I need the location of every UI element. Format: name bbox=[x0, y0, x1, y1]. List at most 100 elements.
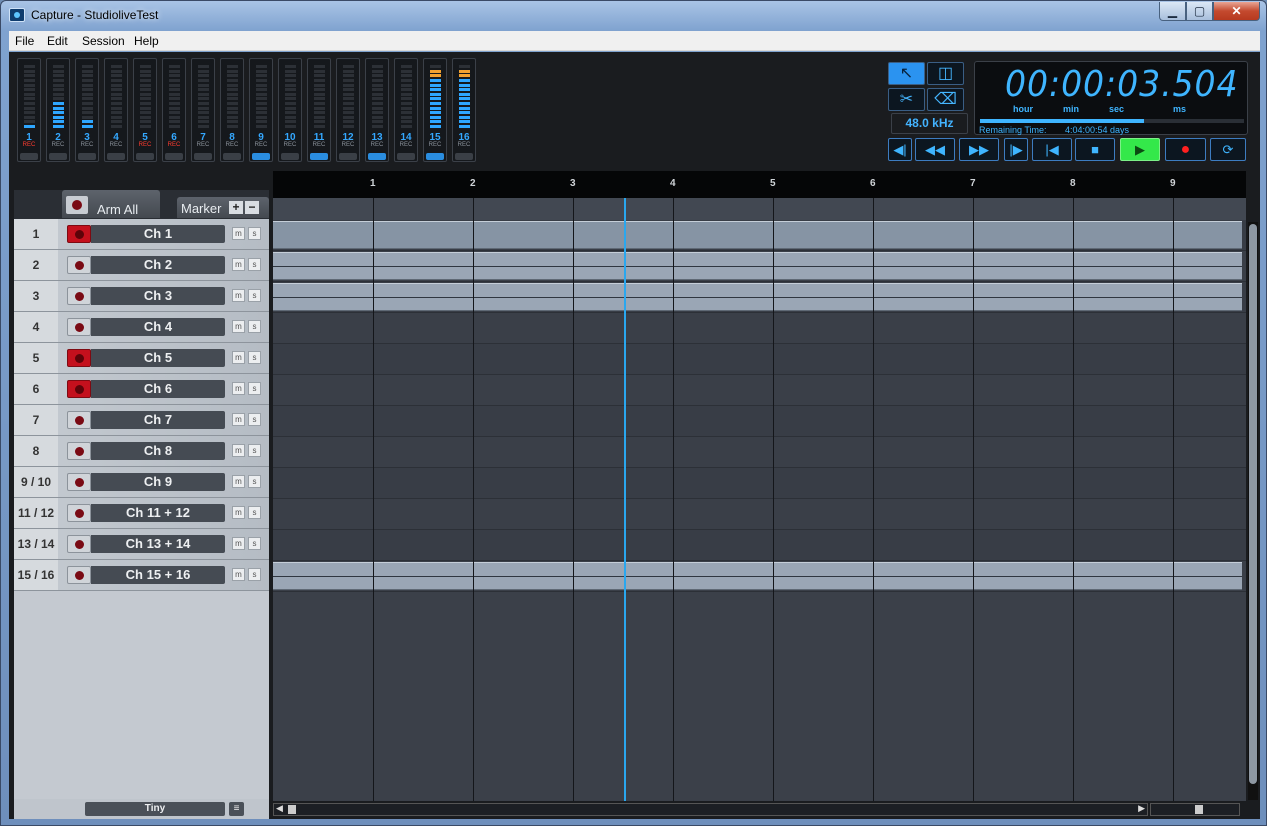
track-lane[interactable] bbox=[273, 251, 1246, 282]
track-name[interactable]: Ch 8 bbox=[91, 442, 225, 460]
link-icon[interactable] bbox=[455, 153, 473, 160]
track-lane[interactable] bbox=[273, 437, 1246, 468]
track-lane[interactable] bbox=[273, 468, 1246, 499]
track-name[interactable]: Ch 1 bbox=[91, 225, 225, 243]
audio-clip[interactable] bbox=[273, 252, 1242, 280]
solo-button[interactable]: s bbox=[248, 444, 261, 457]
arrow-tool-icon[interactable]: ↖ bbox=[888, 62, 925, 85]
vertical-scroll-thumb[interactable] bbox=[1249, 224, 1257, 784]
track-name[interactable]: Ch 2 bbox=[91, 256, 225, 274]
meter-rec-indicator[interactable]: REC bbox=[18, 142, 40, 148]
play-button[interactable]: ▶ bbox=[1120, 138, 1160, 161]
solo-button[interactable]: s bbox=[248, 413, 261, 426]
loop-button[interactable]: ⟳ bbox=[1210, 138, 1246, 161]
meter-rec-indicator[interactable]: REC bbox=[395, 142, 417, 148]
meter-rec-indicator[interactable]: REC bbox=[105, 142, 127, 148]
solo-button[interactable]: s bbox=[248, 320, 261, 333]
track-row[interactable]: 2 Ch 2 ms bbox=[14, 250, 269, 281]
meter-rec-indicator[interactable]: REC bbox=[366, 142, 388, 148]
link-icon[interactable] bbox=[310, 153, 328, 160]
track-row[interactable]: 9 / 10 Ch 9 ms bbox=[14, 467, 269, 498]
rewind-button[interactable]: ◀◀ bbox=[915, 138, 955, 161]
mute-button[interactable]: m bbox=[232, 289, 245, 302]
meter-rec-indicator[interactable]: REC bbox=[250, 142, 272, 148]
link-icon[interactable] bbox=[252, 153, 270, 160]
menu-session[interactable]: Session bbox=[82, 34, 125, 48]
link-icon[interactable] bbox=[339, 153, 357, 160]
mute-button[interactable]: m bbox=[232, 258, 245, 271]
remove-marker-button[interactable]: − bbox=[245, 201, 259, 214]
link-icon[interactable] bbox=[281, 153, 299, 160]
meter-rec-indicator[interactable]: REC bbox=[424, 142, 446, 148]
meter-rec-indicator[interactable]: REC bbox=[76, 142, 98, 148]
meter-rec-indicator[interactable]: REC bbox=[308, 142, 330, 148]
record-arm-button[interactable] bbox=[67, 256, 91, 274]
record-arm-button[interactable] bbox=[67, 349, 91, 367]
solo-button[interactable]: s bbox=[248, 568, 261, 581]
solo-button[interactable]: s bbox=[248, 258, 261, 271]
scroll-right-icon[interactable]: ▶ bbox=[1138, 803, 1145, 814]
mute-button[interactable]: m bbox=[232, 382, 245, 395]
track-row[interactable]: 15 / 16 Ch 15 + 16 m s bbox=[14, 560, 269, 591]
track-name[interactable]: Ch 6 bbox=[91, 380, 225, 398]
link-icon[interactable] bbox=[20, 153, 38, 160]
record-arm-button[interactable] bbox=[67, 504, 91, 522]
scissors-tool-icon[interactable]: ✂ bbox=[888, 88, 925, 111]
arrange-view[interactable]: 1 2 3 4 5 6 7 8 9 bbox=[273, 171, 1246, 801]
audio-clip[interactable] bbox=[273, 221, 1242, 249]
track-row[interactable]: 3 Ch 3 ms bbox=[14, 281, 269, 312]
return-to-start-button[interactable]: |◀ bbox=[1032, 138, 1072, 161]
track-lane[interactable] bbox=[273, 530, 1246, 561]
meter-rec-indicator[interactable]: REC bbox=[337, 142, 359, 148]
prev-marker-button[interactable]: ◀| bbox=[888, 138, 912, 161]
horizontal-scroll-thumb[interactable] bbox=[288, 805, 296, 814]
track-lane[interactable] bbox=[273, 220, 1246, 251]
fast-forward-button[interactable]: ▶▶ bbox=[959, 138, 999, 161]
track-name[interactable]: Ch 4 bbox=[91, 318, 225, 336]
eraser-tool-icon[interactable]: ⌫ bbox=[927, 88, 964, 111]
solo-button[interactable]: s bbox=[248, 227, 261, 240]
link-icon[interactable] bbox=[107, 153, 125, 160]
meter-rec-indicator[interactable]: REC bbox=[192, 142, 214, 148]
solo-button[interactable]: s bbox=[248, 351, 261, 364]
track-name[interactable]: Ch 5 bbox=[91, 349, 225, 367]
mute-button[interactable]: m bbox=[232, 506, 245, 519]
solo-button[interactable]: s bbox=[248, 289, 261, 302]
close-button[interactable]: ✕ bbox=[1213, 2, 1260, 21]
track-row[interactable]: 4 Ch 4 ms bbox=[14, 312, 269, 343]
record-arm-button[interactable] bbox=[67, 380, 91, 398]
track-lane[interactable] bbox=[273, 406, 1246, 437]
link-icon[interactable] bbox=[49, 153, 67, 160]
link-icon[interactable] bbox=[165, 153, 183, 160]
record-arm-button[interactable] bbox=[67, 411, 91, 429]
track-lane[interactable] bbox=[273, 344, 1246, 375]
track-lane[interactable] bbox=[273, 282, 1246, 313]
track-row[interactable]: 5 Ch 5 ms bbox=[14, 343, 269, 374]
link-icon[interactable] bbox=[194, 153, 212, 160]
meter-rec-indicator[interactable]: REC bbox=[221, 142, 243, 148]
menu-help[interactable]: Help bbox=[134, 34, 159, 48]
split-tool-icon[interactable]: ◫ bbox=[927, 62, 964, 85]
record-arm-button[interactable] bbox=[67, 225, 91, 243]
horizontal-scrollbar[interactable]: ◀ ▶ bbox=[273, 803, 1148, 816]
solo-button[interactable]: s bbox=[248, 506, 261, 519]
vertical-scrollbar[interactable] bbox=[1248, 222, 1258, 800]
link-icon[interactable] bbox=[397, 153, 415, 160]
mute-button[interactable]: m bbox=[232, 475, 245, 488]
title-bar[interactable]: Capture - StudioliveTest ▁ ▢ ✕ bbox=[1, 1, 1266, 30]
minimize-button[interactable]: ▁ bbox=[1159, 2, 1186, 21]
menu-file[interactable]: File bbox=[15, 34, 34, 48]
zoom-thumb[interactable] bbox=[1195, 805, 1203, 814]
meter-rec-indicator[interactable]: REC bbox=[453, 142, 475, 148]
link-icon[interactable] bbox=[223, 153, 241, 160]
maximize-button[interactable]: ▢ bbox=[1186, 2, 1213, 21]
track-row[interactable]: 6 Ch 6 ms bbox=[14, 374, 269, 405]
menu-edit[interactable]: Edit bbox=[47, 34, 68, 48]
track-name[interactable]: Ch 11 + 12 bbox=[91, 504, 225, 522]
solo-button[interactable]: s bbox=[248, 537, 261, 550]
record-button[interactable]: ● bbox=[1165, 138, 1206, 161]
track-size-selector[interactable]: Tiny bbox=[85, 802, 225, 816]
track-row[interactable]: 7 Ch 7 ms bbox=[14, 405, 269, 436]
track-row[interactable]: 1 Ch 1 ms bbox=[14, 219, 269, 250]
solo-button[interactable]: s bbox=[248, 475, 261, 488]
